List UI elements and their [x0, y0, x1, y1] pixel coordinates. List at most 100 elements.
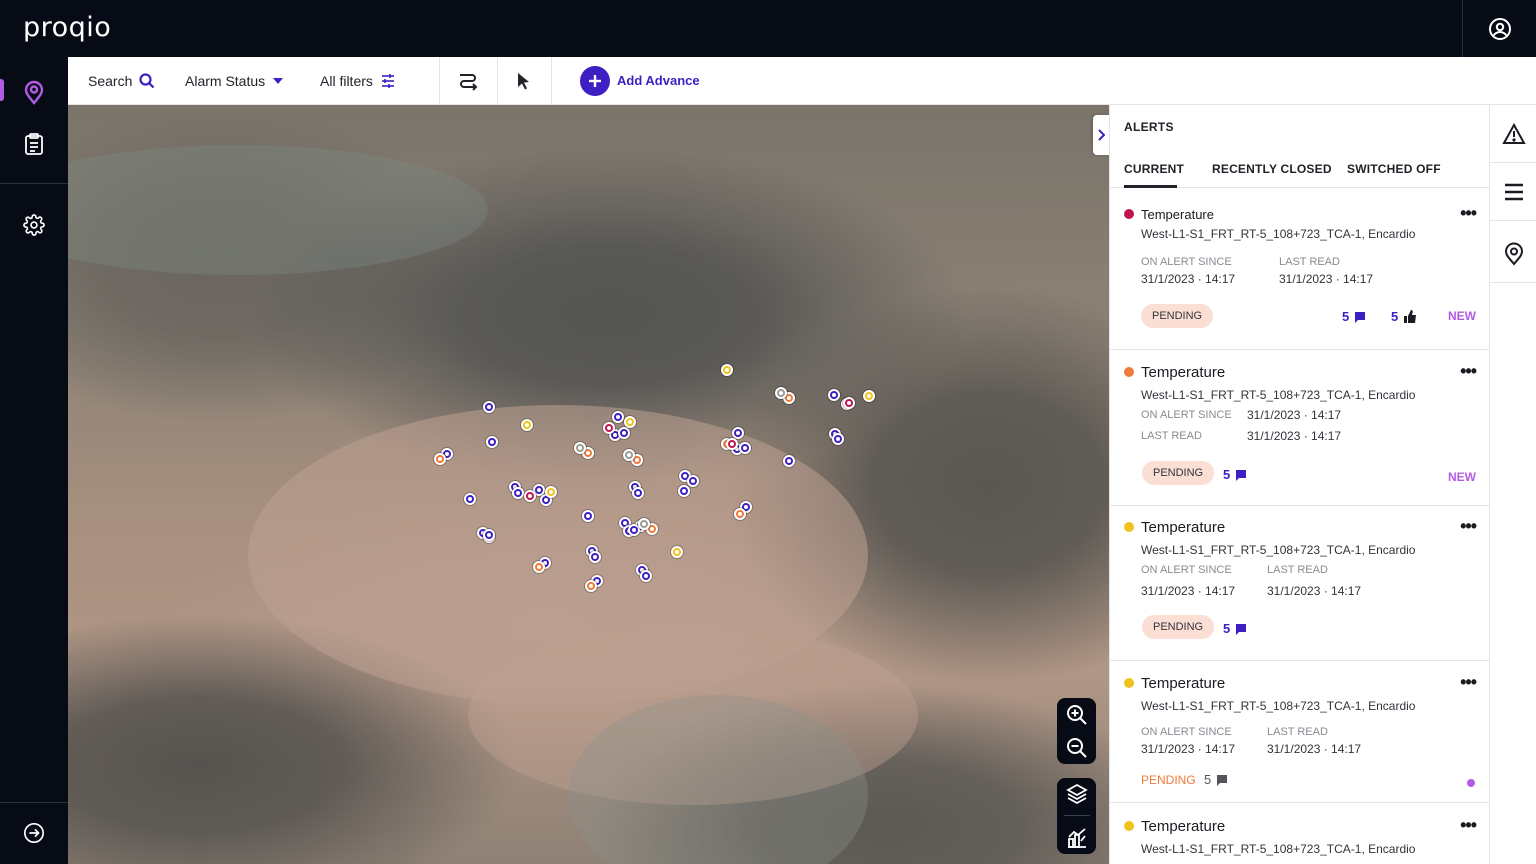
select-tool-button[interactable] — [517, 57, 531, 104]
satellite-map[interactable] — [68, 105, 1109, 864]
map-layer-controls — [1057, 778, 1096, 854]
alert-card[interactable]: Temperature ••• West-L1-S1_FRT_RT-5_108+… — [1110, 350, 1489, 506]
search-button[interactable]: Search — [88, 57, 155, 104]
add-advance-button[interactable]: Add Advance — [580, 57, 700, 104]
more-options-icon[interactable]: ••• — [1460, 203, 1477, 224]
status-badge[interactable]: PENDING — [1142, 615, 1215, 639]
alerts-panel: ALERTS CURRENT RECENTLY CLOSED SWITCHED … — [1109, 105, 1489, 864]
sensor-marker[interactable] — [623, 449, 635, 461]
sensor-marker[interactable] — [545, 486, 557, 498]
sensor-marker[interactable] — [612, 411, 624, 423]
toolbar-divider — [439, 57, 440, 104]
rail-alerts-button[interactable] — [1490, 105, 1536, 163]
sensor-marker[interactable] — [618, 427, 630, 439]
sensor-name: West-L1-S1_FRT_RT-5_108+723_TCA-1, Encar… — [1141, 388, 1416, 402]
tab-recently-closed[interactable]: RECENTLY CLOSED — [1212, 162, 1332, 176]
sensor-marker[interactable] — [632, 487, 644, 499]
map-terrain — [68, 145, 488, 275]
sensor-marker[interactable] — [486, 436, 498, 448]
alarm-status-dropdown[interactable]: Alarm Status — [185, 57, 284, 104]
account-button[interactable] — [1462, 0, 1536, 57]
sensor-marker[interactable] — [434, 453, 446, 465]
sensor-marker[interactable] — [828, 389, 840, 401]
sensor-marker[interactable] — [483, 401, 495, 413]
comments-count-value: 5 — [1223, 467, 1231, 482]
sensor-marker[interactable] — [671, 546, 683, 558]
sensor-marker[interactable] — [524, 490, 536, 502]
sliders-icon — [381, 73, 394, 88]
sensor-marker[interactable] — [739, 442, 751, 454]
sensor-marker[interactable] — [734, 508, 746, 520]
new-tag: NEW — [1448, 470, 1476, 484]
alert-card[interactable]: Temperature ••• West-L1-S1_FRT_RT-5_108+… — [1110, 803, 1489, 864]
location-pin-icon — [1504, 242, 1523, 266]
rail-list-button[interactable] — [1490, 163, 1536, 221]
tab-current[interactable]: CURRENT — [1124, 162, 1184, 176]
status-text[interactable]: PENDING — [1141, 773, 1196, 787]
zoom-out-icon[interactable] — [1066, 737, 1088, 759]
sensor-marker[interactable] — [843, 397, 855, 409]
sidebar-item-settings[interactable] — [0, 201, 68, 249]
more-options-icon[interactable]: ••• — [1460, 361, 1477, 382]
all-filters-button[interactable]: All filters — [320, 57, 396, 104]
last-read-label: LAST READ — [1267, 564, 1328, 576]
sidebar-divider — [0, 802, 68, 803]
status-badge[interactable]: PENDING — [1142, 461, 1215, 485]
logout-icon — [24, 823, 44, 843]
sensor-marker[interactable] — [603, 422, 615, 434]
more-options-icon[interactable]: ••• — [1460, 672, 1477, 693]
collapse-panel-button[interactable] — [1093, 115, 1109, 155]
comments-count[interactable]: 5 — [1223, 467, 1247, 482]
more-options-icon[interactable]: ••• — [1460, 815, 1477, 836]
sidebar-item-map[interactable] — [0, 68, 68, 116]
chevron-right-icon — [1098, 129, 1105, 141]
sensor-marker[interactable] — [687, 475, 699, 487]
comments-count[interactable]: 5 — [1223, 621, 1247, 636]
sensor-marker[interactable] — [574, 442, 586, 454]
sensor-marker[interactable] — [464, 493, 476, 505]
more-options-icon[interactable]: ••• — [1460, 516, 1477, 537]
alert-card[interactable]: Temperature ••• West-L1-S1_FRT_RT-5_108+… — [1110, 189, 1489, 350]
sensor-marker[interactable] — [624, 416, 636, 428]
sensor-marker[interactable] — [832, 433, 844, 445]
sensor-name: West-L1-S1_FRT_RT-5_108+723_TCA-1, Encar… — [1141, 842, 1416, 856]
sensor-marker[interactable] — [640, 570, 652, 582]
status-badge[interactable]: PENDING — [1141, 304, 1214, 328]
right-rail — [1489, 105, 1536, 864]
zoom-controls — [1057, 698, 1096, 764]
sensor-marker[interactable] — [521, 419, 533, 431]
sidebar — [0, 57, 68, 864]
sensor-marker[interactable] — [732, 427, 744, 439]
alert-card[interactable]: Temperature ••• West-L1-S1_FRT_RT-5_108+… — [1110, 506, 1489, 661]
toolbar-divider — [551, 57, 552, 104]
sensor-marker[interactable] — [582, 510, 594, 522]
rail-locations-button[interactable] — [1490, 225, 1536, 283]
sensor-marker[interactable] — [483, 529, 495, 541]
sensor-marker[interactable] — [721, 364, 733, 376]
sensor-marker[interactable] — [589, 551, 601, 563]
active-tab-indicator — [1124, 185, 1177, 188]
layers-icon[interactable] — [1065, 783, 1088, 805]
sensor-marker[interactable] — [678, 485, 690, 497]
sidebar-item-reports[interactable] — [0, 120, 68, 168]
comments-count[interactable]: 5 — [1342, 309, 1366, 324]
sensor-marker[interactable] — [783, 455, 795, 467]
sensor-marker[interactable] — [533, 561, 545, 573]
sensor-marker[interactable] — [775, 387, 787, 399]
sensor-marker[interactable] — [726, 438, 738, 450]
last-read-value: 31/1/2023 · 14:17 — [1247, 429, 1342, 443]
tab-switched-off[interactable]: SWITCHED OFF — [1347, 162, 1441, 176]
alert-card[interactable]: Temperature ••• West-L1-S1_FRT_RT-5_108+… — [1110, 661, 1489, 803]
sensor-marker[interactable] — [512, 487, 524, 499]
chart-icon[interactable] — [1066, 827, 1088, 849]
alerts-tabs: CURRENT RECENTLY CLOSED SWITCHED OFF — [1110, 160, 1489, 188]
sidebar-item-logout[interactable] — [0, 809, 68, 857]
likes-count[interactable]: 5 — [1391, 309, 1417, 324]
sensor-marker[interactable] — [585, 580, 597, 592]
sensor-marker[interactable] — [863, 390, 875, 402]
comments-count[interactable]: 5 — [1204, 772, 1228, 787]
route-tool-button[interactable] — [457, 57, 479, 104]
sensor-marker[interactable] — [638, 518, 650, 530]
top-bar: proqio — [0, 0, 1536, 57]
zoom-in-icon[interactable] — [1066, 704, 1088, 726]
